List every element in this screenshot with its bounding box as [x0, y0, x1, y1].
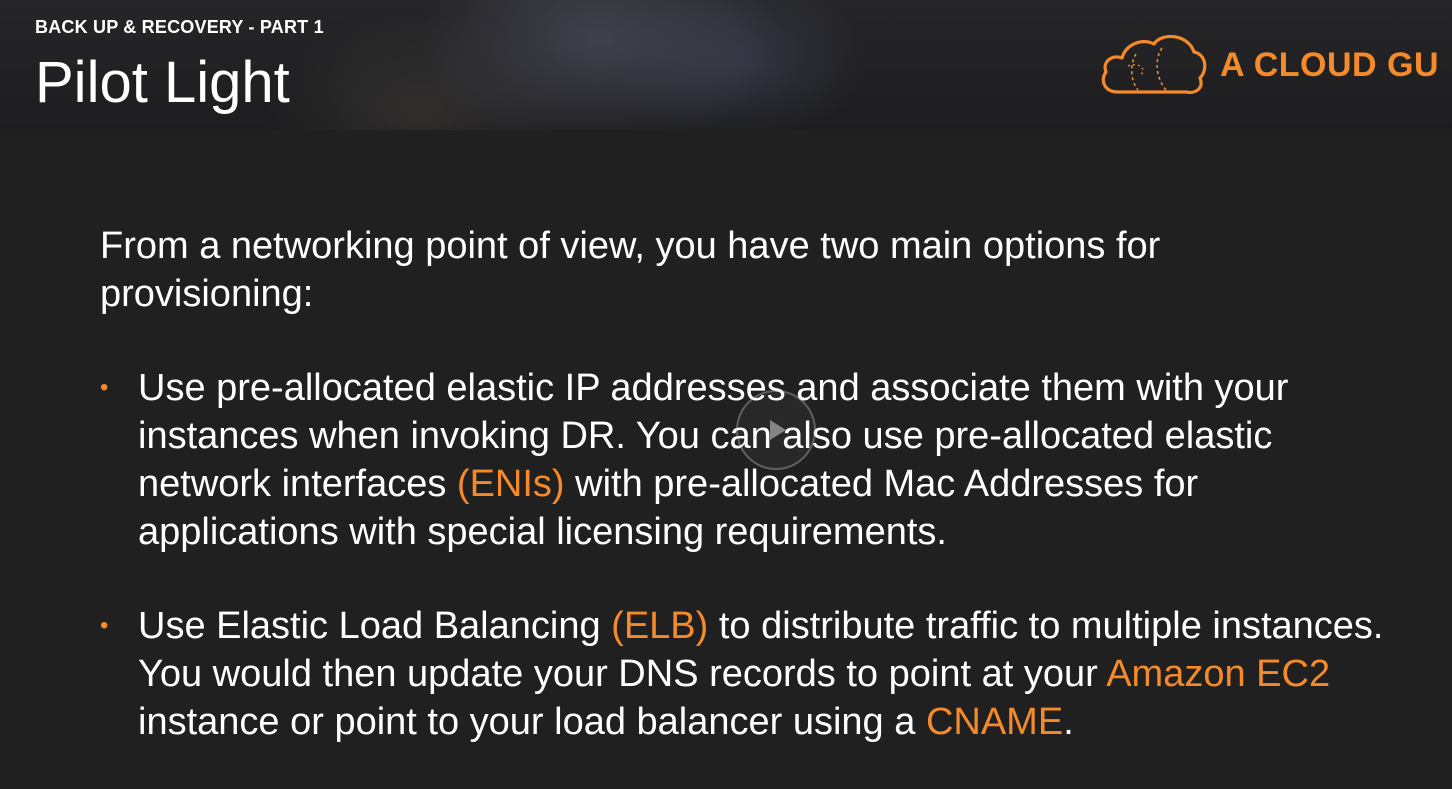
highlight-term: Amazon EC2 — [1106, 653, 1331, 695]
bullet-text: Use pre-allocated elastic IP addresses a… — [138, 367, 1288, 553]
play-button[interactable] — [736, 390, 816, 470]
play-icon — [770, 420, 786, 440]
bullet-text: Use Elastic Load Balancing (ELB) to dist… — [138, 605, 1383, 743]
highlight-term: CNAME — [925, 701, 1064, 743]
video-player[interactable]: BACK UP & RECOVERY - PART 1 Pilot Light … — [0, 0, 1452, 789]
cloud-logo-icon — [1101, 34, 1207, 94]
list-item: • Use Elastic Load Balancing (ELB) to di… — [100, 602, 1400, 746]
slide-title: Pilot Light — [35, 50, 290, 115]
section-label: BACK UP & RECOVERY - PART 1 — [35, 17, 324, 37]
slide-header: BACK UP & RECOVERY - PART 1 Pilot Light … — [0, 0, 1452, 131]
slide-body: From a networking point of view, you hav… — [0, 130, 1452, 789]
brand-name: A CLOUD GU — [1220, 45, 1440, 84]
highlight-term: (ENIs) — [456, 463, 565, 505]
text-run: . — [1063, 701, 1074, 743]
intro-text: From a networking point of view, you hav… — [100, 225, 1161, 315]
text-run: instance or point to your load balancer … — [138, 701, 926, 743]
brand: A CLOUD GU — [1096, 30, 1452, 100]
bullet-icon: • — [100, 374, 109, 401]
highlight-term: (ELB) — [611, 605, 709, 647]
text-run: Use Elastic Load Balancing — [138, 605, 612, 647]
bullet-icon: • — [100, 612, 109, 639]
